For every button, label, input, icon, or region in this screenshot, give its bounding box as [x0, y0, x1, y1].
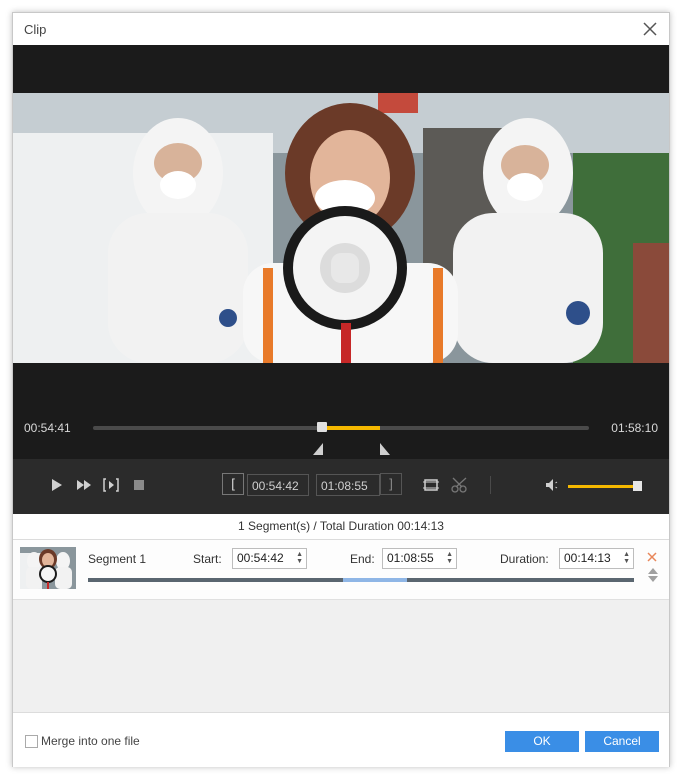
- total-time: 01:58:10: [611, 421, 658, 435]
- dialog-footer: Merge into one file OK Cancel: [13, 712, 669, 767]
- start-label: Start:: [193, 552, 222, 566]
- play-selection-icon[interactable]: [101, 475, 121, 495]
- clip-dialog: Clip 00:54:41 01:58:10 [00:54:42 01:08:…: [12, 12, 670, 767]
- segment-duration-input[interactable]: 00:14:13 ▲ ▼: [559, 548, 634, 569]
- end-label: End:: [350, 552, 375, 566]
- cancel-button[interactable]: Cancel: [585, 731, 659, 752]
- merge-label[interactable]: Merge into one file: [41, 734, 140, 748]
- segments-summary: 1 Segment(s) / Total Duration 00:14:13: [13, 514, 669, 540]
- segment-thumbnail: [20, 547, 76, 589]
- move-down-icon[interactable]: [648, 576, 658, 583]
- ok-button[interactable]: OK: [505, 731, 579, 752]
- segment-end-input[interactable]: 01:08:55 ▲ ▼: [382, 548, 457, 569]
- volume-slider[interactable]: [568, 481, 642, 491]
- volume-icon[interactable]: [543, 475, 563, 495]
- playhead-thumb[interactable]: [317, 422, 328, 432]
- spinner-arrows-icon[interactable]: ▲ ▼: [446, 551, 453, 565]
- timeline-track[interactable]: [93, 422, 589, 432]
- segment-row[interactable]: Segment 1 Start: 00:54:42 ▲ ▼ End: 01:08:…: [13, 540, 669, 600]
- segment-duration-value: 00:14:13: [564, 551, 611, 565]
- spinner-arrows-icon[interactable]: ▲ ▼: [623, 551, 630, 565]
- spinner-arrows-icon[interactable]: ▲ ▼: [296, 551, 303, 565]
- start-time-display: 00:54:42: [247, 474, 309, 496]
- current-time: 00:54:41: [24, 421, 71, 435]
- set-end-button[interactable]: ]: [380, 473, 402, 495]
- crop-icon[interactable]: [421, 475, 441, 495]
- timeline-selection: [322, 426, 380, 430]
- stop-icon[interactable]: [129, 475, 149, 495]
- segment-position-bar: [88, 578, 634, 582]
- fast-forward-icon[interactable]: [74, 475, 94, 495]
- segment-start-input[interactable]: 00:54:42 ▲ ▼: [232, 548, 307, 569]
- move-up-icon[interactable]: [648, 567, 658, 574]
- close-icon[interactable]: [639, 18, 661, 40]
- play-icon[interactable]: [46, 475, 66, 495]
- control-bar: [ 00:54:42 01:08:55 ]: [13, 459, 669, 514]
- video-frame: [13, 93, 669, 363]
- volume-thumb[interactable]: [633, 481, 642, 491]
- duration-label: Duration:: [500, 552, 549, 566]
- video-player: 00:54:41 01:58:10: [13, 45, 669, 459]
- scissors-icon[interactable]: [450, 475, 470, 495]
- delete-segment-icon[interactable]: [647, 552, 657, 562]
- segment-position-highlight: [343, 578, 407, 582]
- segment-end-value: 01:08:55: [387, 551, 434, 565]
- start-marker-icon[interactable]: [313, 443, 324, 455]
- segment-list-area: [13, 600, 669, 712]
- end-time-display: 01:08:55: [316, 474, 380, 496]
- dialog-title: Clip: [24, 22, 47, 37]
- divider: [490, 476, 491, 494]
- merge-checkbox[interactable]: [25, 735, 38, 748]
- set-start-button[interactable]: [: [222, 473, 244, 495]
- segment-name: Segment 1: [88, 552, 147, 566]
- title-bar: Clip: [13, 13, 669, 45]
- segment-start-value: 00:54:42: [237, 551, 284, 565]
- end-marker-icon[interactable]: [379, 443, 390, 455]
